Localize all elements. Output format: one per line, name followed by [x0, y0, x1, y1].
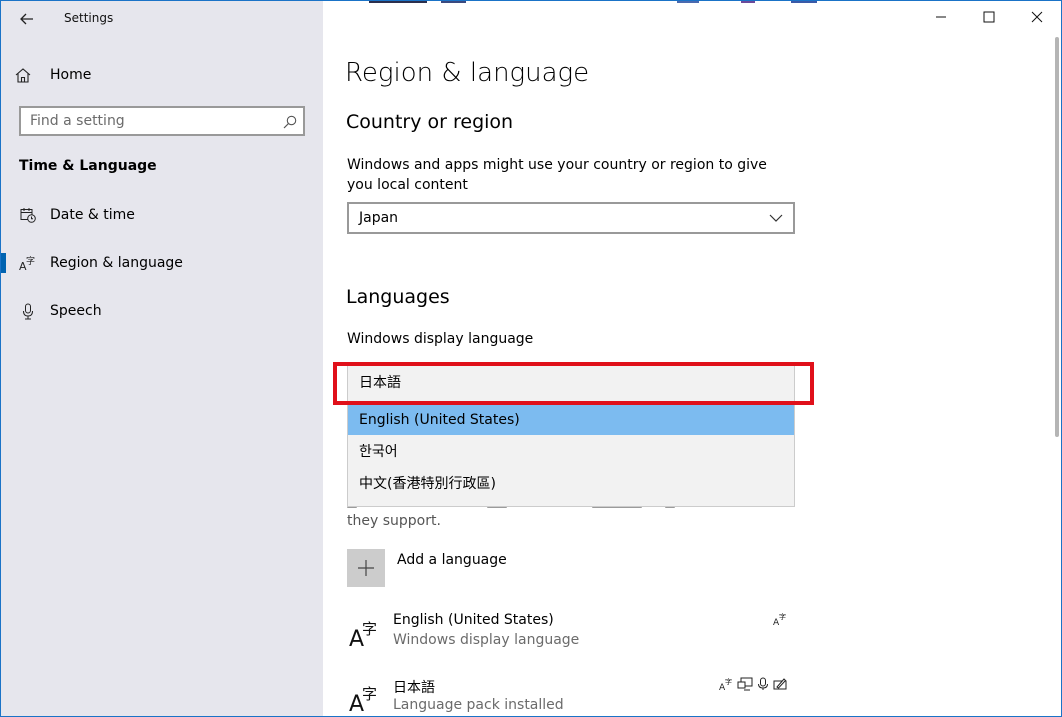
language-description-tail: they support. [347, 513, 441, 529]
language-icon: A 字 [349, 616, 379, 652]
speech-recognition-icon [758, 677, 768, 690]
country-dropdown[interactable]: Japan [347, 202, 795, 234]
add-language-label: Add a language [397, 552, 507, 568]
svg-text:字: 字 [725, 677, 732, 686]
svg-text:字: 字 [26, 255, 35, 267]
microphone-icon [1, 303, 50, 320]
sidebar-item-label: Speech [50, 303, 102, 319]
sidebar-item-label: Date & time [50, 207, 135, 223]
svg-text:字: 字 [779, 612, 786, 621]
back-arrow-icon [20, 13, 33, 25]
main-content: Region & language Country or region Wind… [323, 1, 1061, 716]
search-box[interactable] [19, 106, 305, 136]
language-option[interactable]: 日本語 [348, 366, 794, 398]
country-heading: Country or region [346, 111, 514, 133]
home-icon [15, 67, 45, 83]
language-icon: A 字 [1, 255, 50, 271]
sidebar-item-region-language[interactable]: A 字 Region & language [1, 243, 323, 283]
back-button[interactable] [11, 5, 43, 33]
installed-language-row[interactable]: A 字 English (United States) Windows disp… [347, 610, 797, 660]
settings-window: Settings Home Time & Language [0, 0, 1062, 717]
search-icon [283, 114, 297, 133]
language-status: Windows display language [393, 632, 580, 648]
home-label: Home [50, 67, 92, 83]
language-name: English (United States) [393, 612, 554, 628]
sidebar: Settings Home Time & Language [1, 1, 323, 716]
search-input[interactable] [21, 112, 282, 130]
chevron-down-icon [759, 214, 793, 222]
display-language-feature-icon: A 字 [773, 612, 786, 626]
plus-icon [347, 549, 385, 587]
languages-heading: Languages [346, 286, 450, 308]
language-icon: A 字 [349, 681, 379, 716]
page-title: Region & language [345, 58, 590, 88]
svg-text:字: 字 [362, 620, 377, 638]
country-selected-value: Japan [359, 210, 399, 226]
display-language-label: Windows display language [347, 331, 534, 347]
section-heading: Time & Language [19, 158, 157, 174]
svg-text:字: 字 [362, 685, 377, 703]
window-title: Settings [64, 11, 114, 25]
home-nav-item[interactable]: Home [15, 61, 305, 89]
handwriting-icon [773, 678, 787, 690]
language-features: A 字 [719, 677, 787, 691]
installed-language-row[interactable]: A 字 日本語 Language pack installed A 字 [347, 675, 797, 716]
language-status: Language pack installed [393, 697, 564, 713]
language-name: 日本語 [393, 680, 435, 696]
language-option-selected[interactable]: English (United States) [348, 405, 794, 435]
vertical-scrollbar[interactable] [1055, 37, 1059, 437]
language-option[interactable]: 한국어 [348, 435, 794, 466]
display-language-feature-icon: A 字 [719, 677, 732, 691]
display-language-dropdown-list[interactable]: 日本語 English (United States) 한국어 中文(香港特別行… [347, 365, 795, 507]
sidebar-item-date-time[interactable]: Date & time [1, 195, 323, 235]
sidebar-item-speech[interactable]: Speech [1, 291, 323, 331]
language-features: A 字 [773, 612, 787, 626]
add-language-button[interactable]: Add a language [347, 549, 507, 587]
text-to-speech-icon [737, 677, 753, 691]
country-description: Windows and apps might use your country … [347, 157, 767, 193]
calendar-clock-icon [1, 207, 50, 223]
sidebar-item-label: Region & language [50, 255, 183, 271]
language-option[interactable]: 中文(香港特別行政區) [348, 466, 794, 499]
